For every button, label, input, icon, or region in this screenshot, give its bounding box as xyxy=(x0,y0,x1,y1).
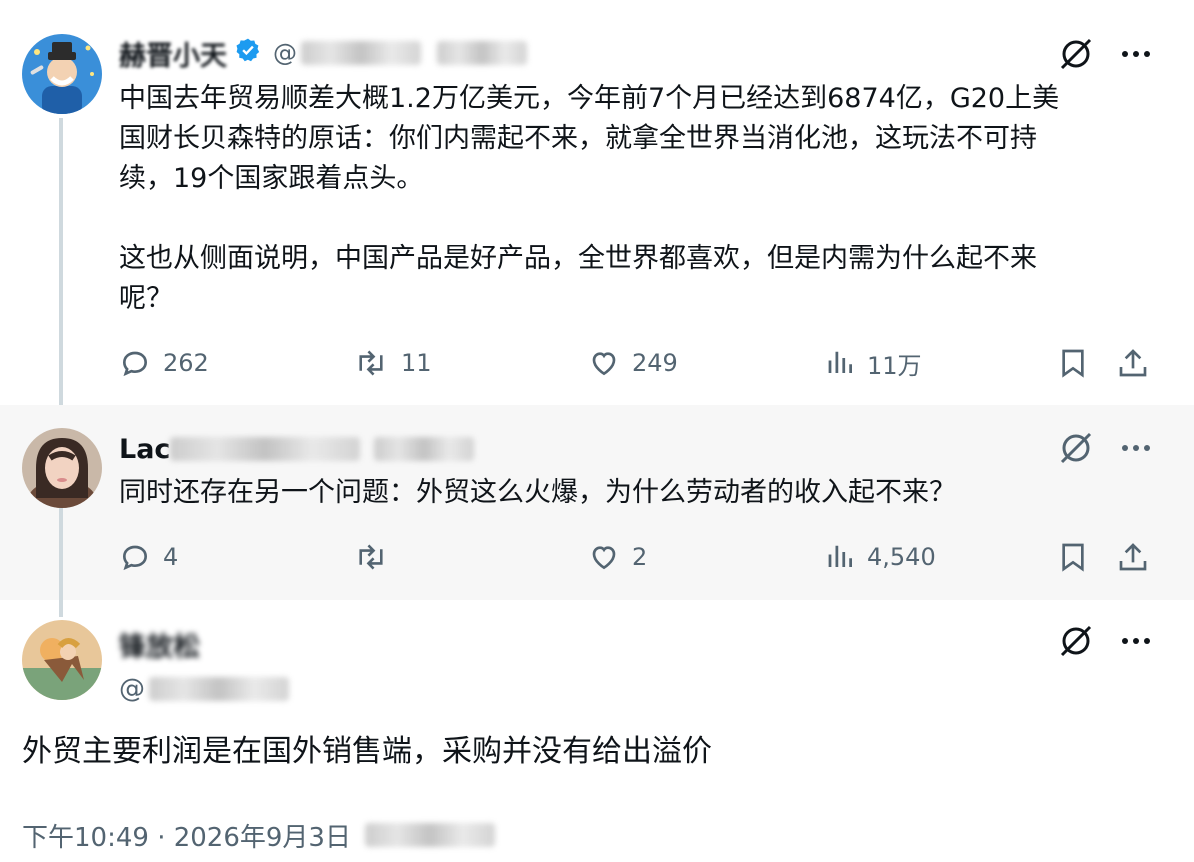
like-icon xyxy=(592,352,616,376)
blurred-time xyxy=(437,41,527,65)
view-count: 11万 xyxy=(867,351,922,380)
display-name[interactable]: Lac xyxy=(119,434,170,465)
like-button[interactable]: 249 xyxy=(588,343,678,383)
views-button[interactable]: 11万 xyxy=(825,343,922,383)
blurred-handle xyxy=(301,41,421,65)
verified-badge-icon xyxy=(235,37,261,70)
action-bar: 4 2 4,540 xyxy=(119,537,1159,577)
tweet-1[interactable]: 赫晋小天 @ 中国去年贸易顺差大概1.2万亿美元，今年前7个月已经达到6874亿… xyxy=(0,0,1194,405)
tweet-text: 同时还存在另一个问题：外贸这么火爆，为什么劳动者的收入起不来？ xyxy=(119,477,956,508)
author-row[interactable]: Lac xyxy=(119,432,475,466)
action-bar: 262 11 249 11万 xyxy=(119,343,1159,383)
tweet-meta: 下午10:49 · 2026年9月3日 xyxy=(22,815,495,855)
avatar[interactable] xyxy=(22,34,102,114)
thread-line xyxy=(59,508,63,600)
like-button[interactable]: 2 xyxy=(588,537,647,577)
avatar[interactable] xyxy=(22,620,102,700)
repost-icon xyxy=(359,350,383,376)
reply-count: 4 xyxy=(163,543,179,571)
more-icon[interactable] xyxy=(1120,636,1152,646)
views-icon xyxy=(828,545,852,567)
avatar[interactable] xyxy=(22,428,102,508)
blurred-handle xyxy=(149,677,289,701)
reply-icon xyxy=(122,545,148,571)
handle[interactable]: @ xyxy=(273,39,297,67)
bookmark-button[interactable] xyxy=(1057,537,1089,577)
author-row[interactable]: 锋放松 xyxy=(119,625,200,664)
display-name[interactable]: 赫晋小天 xyxy=(119,34,227,73)
bookmark-icon xyxy=(1062,543,1084,572)
blurred-name xyxy=(170,437,361,461)
like-count: 2 xyxy=(632,543,648,571)
author-row[interactable]: 赫晋小天 @ xyxy=(119,34,527,73)
reply-icon xyxy=(122,351,148,377)
handle-row[interactable]: @ xyxy=(119,672,289,706)
thread-line xyxy=(59,600,63,617)
share-button[interactable] xyxy=(1117,537,1149,577)
repost-count: 11 xyxy=(401,349,432,377)
bookmark-button[interactable] xyxy=(1057,343,1089,383)
repost-button[interactable] xyxy=(353,537,401,577)
share-icon xyxy=(1119,543,1147,571)
repost-icon xyxy=(359,544,383,570)
tweet-2[interactable]: Lac 同时还存在另一个问题：外贸这么火爆，为什么劳动者的收入起不来？ 4 2 … xyxy=(0,405,1194,600)
more-icon[interactable] xyxy=(1120,443,1152,453)
reply-count: 262 xyxy=(163,349,209,377)
tweet-top-actions xyxy=(1058,36,1152,72)
timestamp[interactable]: 下午10:49 · 2026年9月3日 xyxy=(22,817,351,854)
display-name[interactable]: 锋放松 xyxy=(119,625,200,664)
thread-line xyxy=(59,118,63,405)
tweet-top-actions xyxy=(1058,430,1152,466)
views-icon xyxy=(828,351,852,373)
share-icon xyxy=(1119,349,1147,377)
grok-icon[interactable] xyxy=(1058,430,1094,466)
grok-icon[interactable] xyxy=(1058,623,1094,659)
blurred-time xyxy=(374,437,475,461)
grok-icon[interactable] xyxy=(1058,36,1094,72)
tweet-top-actions xyxy=(1058,623,1152,659)
view-count: 4,540 xyxy=(867,543,936,571)
reply-button[interactable]: 4 xyxy=(119,537,178,577)
tweet-text: 中国去年贸易顺差大概1.2万亿美元，今年前7个月已经达到6874亿，G20上美 … xyxy=(119,83,1060,314)
repost-button[interactable]: 11 xyxy=(353,343,432,383)
reply-button[interactable]: 262 xyxy=(119,343,209,383)
handle[interactable]: @ xyxy=(119,674,145,704)
bookmark-icon xyxy=(1062,349,1084,378)
views-button[interactable]: 4,540 xyxy=(825,537,936,577)
share-button[interactable] xyxy=(1117,343,1149,383)
blurred-client xyxy=(364,823,495,847)
tweet-3-focused: 锋放松 @ 外贸主要利润是在国外销售端，采购并没有给出溢价 下午10:49 · … xyxy=(0,600,1194,862)
more-icon[interactable] xyxy=(1120,49,1152,59)
like-icon xyxy=(592,546,616,570)
tweet-text: 外贸主要利润是在国外销售端，采购并没有给出溢价 xyxy=(22,734,712,769)
like-count: 249 xyxy=(632,349,678,377)
